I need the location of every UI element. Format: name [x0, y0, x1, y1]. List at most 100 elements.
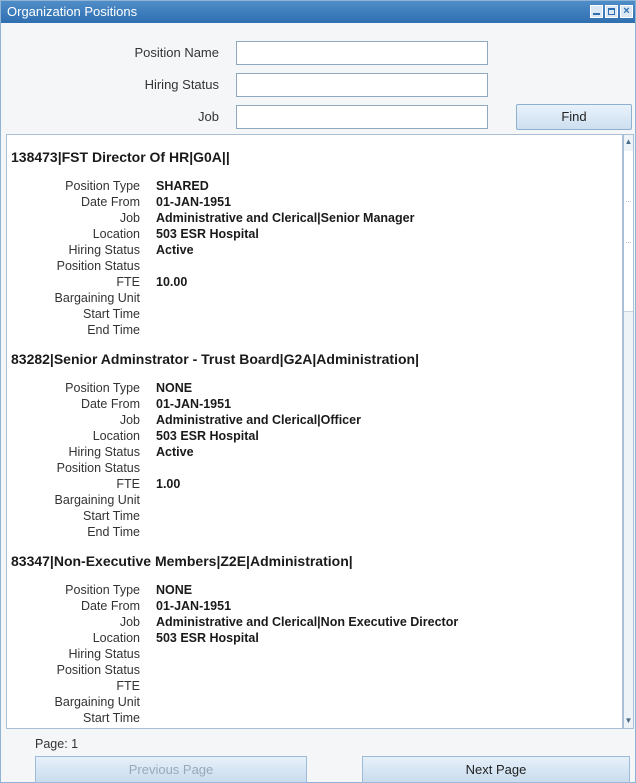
position-field-row: Position Status: [7, 662, 622, 678]
position-record-title[interactable]: 138473|FST Director Of HR|G0A||: [7, 146, 622, 168]
position-field-label: Date From: [80, 599, 140, 613]
position-field-row: Position Type NONE: [7, 582, 622, 598]
position-record-title[interactable]: 83282|Senior Adminstrator - Trust Board|…: [7, 348, 622, 370]
position-field-value: SHARED: [156, 179, 209, 193]
position-field-row: Start Time: [7, 710, 622, 726]
position-field-row: Position Status: [7, 258, 622, 274]
position-field-label: End Time: [87, 726, 140, 728]
scroll-thumb[interactable]: [624, 151, 633, 312]
position-field-value: 1.00: [156, 477, 181, 491]
find-button[interactable]: Find: [516, 104, 632, 130]
position-field-row: Position Status: [7, 460, 622, 476]
position-field-label: Hiring Status: [68, 647, 140, 661]
position-name-input[interactable]: [236, 41, 488, 65]
position-field-row: Position Type NONE: [7, 380, 622, 396]
position-field-label: Start Time: [83, 307, 140, 321]
position-field-label: FTE: [116, 477, 140, 491]
position-field-row: Location 503 ESR Hospital: [7, 226, 622, 242]
title-bar: Organization Positions ×: [1, 1, 635, 23]
position-field-value: 10.00: [156, 275, 188, 289]
position-field-label: Position Status: [56, 663, 140, 677]
position-field-label: Location: [92, 631, 140, 645]
position-field-row: End Time: [7, 524, 622, 540]
previous-page-button[interactable]: Previous Page: [35, 756, 307, 783]
position-record-title[interactable]: 83347|Non-Executive Members|Z2E|Administ…: [7, 550, 622, 572]
position-field-value: 01-JAN-1951: [156, 195, 232, 209]
position-field-label: Date From: [80, 195, 140, 209]
position-field-row: Start Time: [7, 306, 622, 322]
position-field-label: Job: [119, 413, 140, 427]
position-field-row: Hiring Status: [7, 646, 622, 662]
position-field-value: NONE: [156, 583, 193, 597]
position-field-value: 503 ESR Hospital: [156, 429, 259, 443]
position-field-row: Date From 01-JAN-1951: [7, 194, 622, 210]
position-field-value: 503 ESR Hospital: [156, 631, 259, 645]
position-field-label: Start Time: [83, 711, 140, 725]
position-field-label: Position Status: [56, 259, 140, 273]
next-page-button[interactable]: Next Page: [362, 756, 630, 783]
window-title: Organization Positions: [7, 4, 138, 19]
position-field-label: Position Type: [65, 381, 140, 395]
position-field-label: FTE: [116, 679, 140, 693]
position-field-row: Date From 01-JAN-1951: [7, 598, 622, 614]
position-field-value: Administrative and Clerical|Senior Manag…: [156, 211, 415, 225]
scroll-up-icon[interactable]: ▲: [624, 135, 633, 149]
position-record: 138473|FST Director Of HR|G0A|| Position …: [7, 146, 622, 338]
position-field-row: Bargaining Unit: [7, 694, 622, 710]
window-controls: ×: [590, 5, 633, 18]
position-field-label: Bargaining Unit: [54, 493, 140, 507]
position-field-label: End Time: [87, 323, 140, 337]
position-field-row: Hiring Status Active: [7, 444, 622, 460]
position-field-row: End Time: [7, 322, 622, 338]
position-field-label: Bargaining Unit: [54, 695, 140, 709]
position-field-row: Bargaining Unit: [7, 290, 622, 306]
position-fields: Position Type NONE Date From 01-JAN-1951 Job…: [7, 582, 622, 728]
hiring-status-input[interactable]: [236, 73, 488, 97]
position-field-label: Position Type: [65, 179, 140, 193]
position-field-label: Hiring Status: [68, 445, 140, 459]
position-field-label: Job: [119, 211, 140, 225]
results-list: 138473|FST Director Of HR|G0A|| Position …: [6, 134, 623, 729]
position-field-label: Job: [119, 615, 140, 629]
position-field-value: Administrative and Clerical|Non Executiv…: [156, 615, 459, 629]
position-field-row: Position Type SHARED: [7, 178, 622, 194]
position-field-value: Administrative and Clerical|Officer: [156, 413, 361, 427]
page-indicator: Page: 1: [35, 737, 79, 751]
position-name-row: Position Name: [1, 41, 635, 67]
position-field-label: Location: [92, 429, 140, 443]
minimize-icon[interactable]: [590, 5, 603, 18]
position-fields: Position Type NONE Date From 01-JAN-1951 Job…: [7, 380, 622, 540]
position-field-row: Bargaining Unit: [7, 492, 622, 508]
position-field-row: Date From 01-JAN-1951: [7, 396, 622, 412]
position-field-row: Job Administrative and Clerical|Non Execu…: [7, 614, 622, 630]
position-field-row: FTE 1.00: [7, 476, 622, 492]
hiring-status-label: Hiring Status: [144, 77, 219, 92]
organization-positions-window: Organization Positions × Position Name H…: [0, 0, 636, 783]
job-label: Job: [198, 109, 219, 124]
position-field-label: End Time: [87, 525, 140, 539]
position-field-value: 503 ESR Hospital: [156, 227, 259, 241]
scroll-down-icon[interactable]: ▼: [624, 714, 633, 728]
position-field-row: Hiring Status Active: [7, 242, 622, 258]
scroll-grip: [626, 201, 631, 243]
position-field-value: NONE: [156, 381, 193, 395]
position-field-value: Active: [156, 445, 194, 459]
position-field-label: FTE: [116, 275, 140, 289]
job-input[interactable]: [236, 105, 488, 129]
position-field-row: End Time: [7, 726, 622, 728]
maximize-icon[interactable]: [605, 5, 618, 18]
position-field-label: Start Time: [83, 509, 140, 523]
position-field-label: Date From: [80, 397, 140, 411]
results-scrollbar[interactable]: ▲ ▼: [623, 134, 634, 729]
position-field-label: Bargaining Unit: [54, 291, 140, 305]
position-field-label: Position Type: [65, 583, 140, 597]
position-field-label: Hiring Status: [68, 243, 140, 257]
position-record: 83347|Non-Executive Members|Z2E|Administ…: [7, 550, 622, 728]
close-icon[interactable]: ×: [620, 5, 633, 18]
position-field-row: Job Administrative and Clerical|Senior Ma…: [7, 210, 622, 226]
position-record: 83282|Senior Adminstrator - Trust Board|…: [7, 348, 622, 540]
position-field-label: Position Status: [56, 461, 140, 475]
hiring-status-row: Hiring Status: [1, 73, 635, 99]
position-field-value: Active: [156, 243, 194, 257]
position-field-row: Location 503 ESR Hospital: [7, 630, 622, 646]
